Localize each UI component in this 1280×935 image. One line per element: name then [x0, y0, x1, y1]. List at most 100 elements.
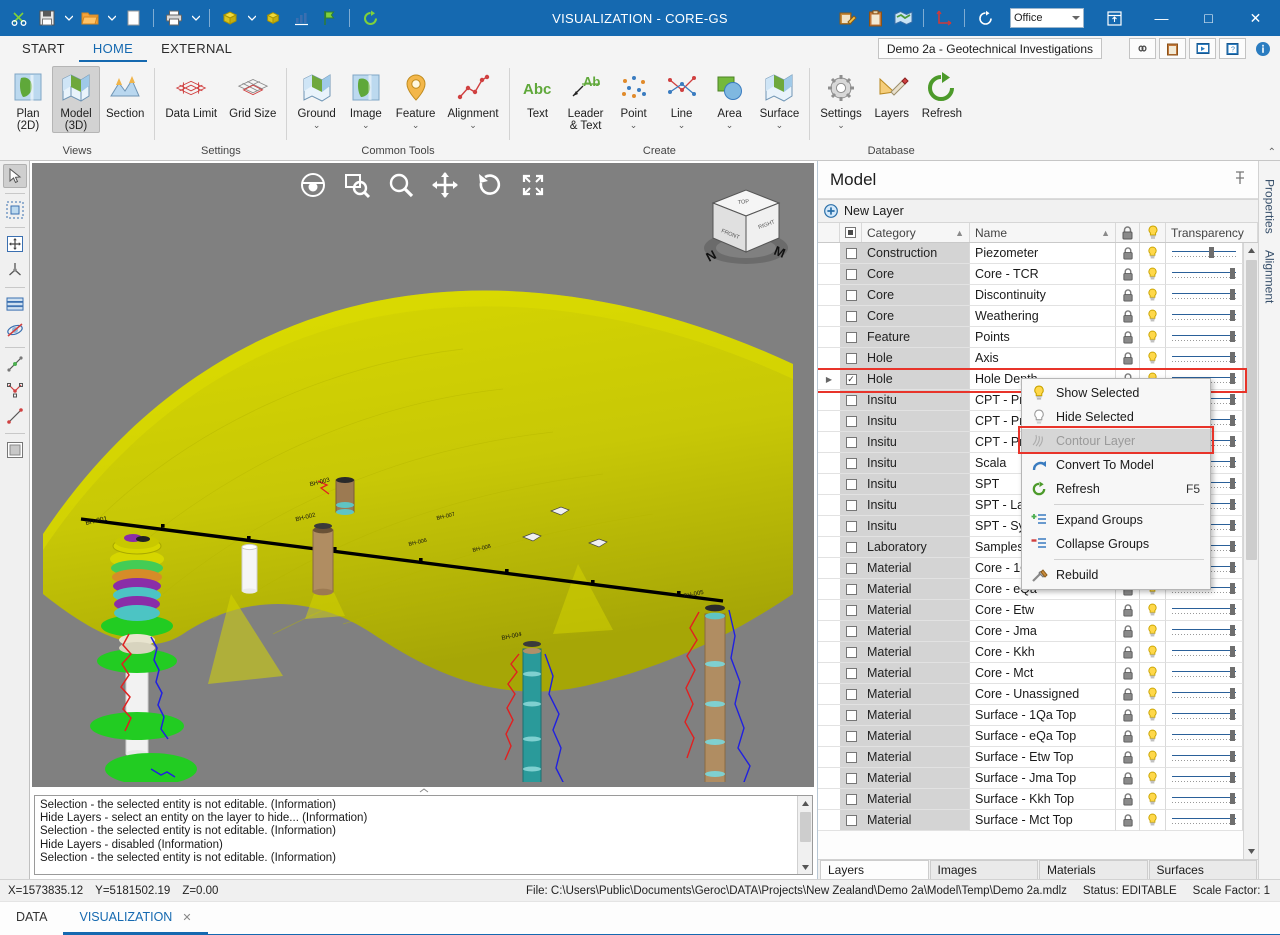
bulb-icon[interactable] — [1140, 600, 1166, 621]
lock-icon[interactable] — [1116, 600, 1140, 621]
refresh-icon[interactable] — [357, 5, 383, 31]
lock-icon[interactable] — [1116, 726, 1140, 747]
document-chip[interactable]: Demo 2a - Geotechnical Investigations — [877, 38, 1102, 59]
row-checkbox[interactable] — [840, 348, 862, 369]
pan-icon[interactable] — [430, 170, 460, 200]
map-icon[interactable] — [890, 5, 916, 31]
link-icon[interactable] — [1129, 38, 1156, 59]
rectangle-tool[interactable] — [3, 438, 27, 462]
column-header-transparency[interactable]: Transparency — [1166, 223, 1258, 242]
table-row[interactable]: Material Core - Kkh — [818, 642, 1243, 663]
tab-materials[interactable]: Materials — [1039, 860, 1148, 879]
sync-icon[interactable] — [972, 5, 998, 31]
layers-button[interactable]: Layers — [868, 66, 916, 121]
table-row[interactable]: Material Surface - Kkh Top — [818, 789, 1243, 810]
edit-note-icon[interactable] — [834, 5, 860, 31]
transparency-slider[interactable] — [1166, 789, 1243, 810]
lock-icon[interactable] — [1116, 243, 1140, 264]
print-dropdown-caret[interactable] — [189, 5, 202, 31]
menu-item-show-selected[interactable]: Show Selected — [1022, 381, 1210, 405]
chevron-down-icon[interactable]: ⌄ — [837, 121, 845, 130]
transparency-slider[interactable] — [1166, 747, 1243, 768]
maximize-button[interactable]: □ — [1186, 1, 1231, 35]
menu-item-refresh[interactable]: Refresh F5 — [1022, 477, 1210, 501]
data-limit-button[interactable]: Data Limit — [159, 66, 223, 121]
clipboard-icon[interactable] — [862, 5, 888, 31]
tab-images[interactable]: Images — [929, 860, 1038, 879]
lock-icon[interactable] — [1116, 285, 1140, 306]
model-block-icon[interactable] — [217, 5, 243, 31]
row-checkbox[interactable] — [840, 243, 862, 264]
row-checkbox[interactable] — [840, 558, 862, 579]
bulb-icon[interactable] — [1140, 243, 1166, 264]
chart-icon[interactable] — [288, 5, 314, 31]
select-window-tool[interactable] — [3, 198, 27, 222]
lock-icon[interactable] — [1116, 705, 1140, 726]
bulb-icon[interactable] — [1140, 747, 1166, 768]
row-checkbox[interactable] — [840, 411, 862, 432]
row-checkbox[interactable] — [840, 285, 862, 306]
ribbon-display-options-button[interactable] — [1092, 1, 1137, 35]
bulb-icon[interactable] — [1140, 684, 1166, 705]
log-scroll-track[interactable] — [798, 810, 812, 860]
row-checkbox[interactable] — [840, 537, 862, 558]
video-icon[interactable] — [1189, 38, 1216, 59]
lock-icon[interactable] — [1116, 348, 1140, 369]
transparency-slider[interactable] — [1166, 642, 1243, 663]
scroll-down-icon[interactable] — [1244, 844, 1258, 859]
column-header-visibility[interactable] — [1140, 223, 1166, 242]
bulb-icon[interactable] — [1140, 726, 1166, 747]
lock-icon[interactable] — [1116, 663, 1140, 684]
row-checkbox[interactable] — [840, 579, 862, 600]
chevron-down-icon[interactable]: ⌄ — [630, 121, 638, 130]
table-row[interactable]: Material Surface - 1Qa Top — [818, 705, 1243, 726]
grid-size-button[interactable]: Grid Size — [223, 66, 282, 121]
tab-start[interactable]: START — [8, 38, 79, 62]
lock-icon[interactable] — [1116, 327, 1140, 348]
bulb-icon[interactable] — [1140, 810, 1166, 831]
transparency-slider[interactable] — [1166, 726, 1243, 747]
table-row[interactable]: Material Core - Mct — [818, 663, 1243, 684]
row-checkbox[interactable] — [840, 264, 862, 285]
tab-external[interactable]: EXTERNAL — [147, 38, 246, 62]
block-icon[interactable] — [260, 5, 286, 31]
row-checkbox[interactable] — [840, 684, 862, 705]
open-dropdown-caret[interactable] — [105, 5, 118, 31]
table-row[interactable]: Material Surface - Mct Top — [818, 810, 1243, 831]
grid-scroll-track[interactable] — [1244, 258, 1258, 844]
lock-icon[interactable] — [1116, 621, 1140, 642]
transparency-slider[interactable] — [1166, 705, 1243, 726]
zoom-window-icon[interactable] — [342, 170, 372, 200]
point-button[interactable]: Point ⌄ — [610, 66, 658, 130]
bulb-icon[interactable] — [1140, 621, 1166, 642]
lock-icon[interactable] — [1116, 306, 1140, 327]
new-layer-button[interactable]: New Layer — [818, 199, 1258, 223]
row-checkbox[interactable] — [840, 810, 862, 831]
transparency-slider[interactable] — [1166, 600, 1243, 621]
pin-icon[interactable] — [1234, 171, 1246, 188]
tab-data[interactable]: DATA — [0, 902, 63, 935]
row-checkbox[interactable] — [840, 369, 862, 390]
lock-icon[interactable] — [1116, 684, 1140, 705]
model-dropdown-caret[interactable] — [245, 5, 258, 31]
row-checkbox[interactable] — [840, 621, 862, 642]
row-checkbox[interactable] — [840, 705, 862, 726]
bulb-icon[interactable] — [1140, 348, 1166, 369]
help-book-icon[interactable]: ? — [1219, 38, 1246, 59]
row-checkbox[interactable] — [840, 474, 862, 495]
line-node-tool[interactable] — [3, 352, 27, 376]
new-document-icon[interactable] — [120, 5, 146, 31]
table-row[interactable]: Hole Axis — [818, 348, 1243, 369]
bulb-icon[interactable] — [1140, 768, 1166, 789]
transparency-slider[interactable] — [1166, 684, 1243, 705]
scroll-up-icon[interactable] — [1244, 243, 1258, 258]
save-dropdown-caret[interactable] — [62, 5, 75, 31]
section-button[interactable]: Section — [100, 66, 150, 121]
lock-icon[interactable] — [1116, 642, 1140, 663]
vtab-alignment[interactable]: Alignment — [1260, 242, 1280, 311]
scroll-down-icon[interactable] — [798, 860, 812, 874]
leader-text-button[interactable]: Ab Leader & Text — [562, 66, 610, 133]
row-checkbox[interactable] — [840, 600, 862, 621]
menu-item-rebuild[interactable]: Rebuild — [1022, 563, 1210, 587]
fit-extents-icon[interactable] — [518, 170, 548, 200]
